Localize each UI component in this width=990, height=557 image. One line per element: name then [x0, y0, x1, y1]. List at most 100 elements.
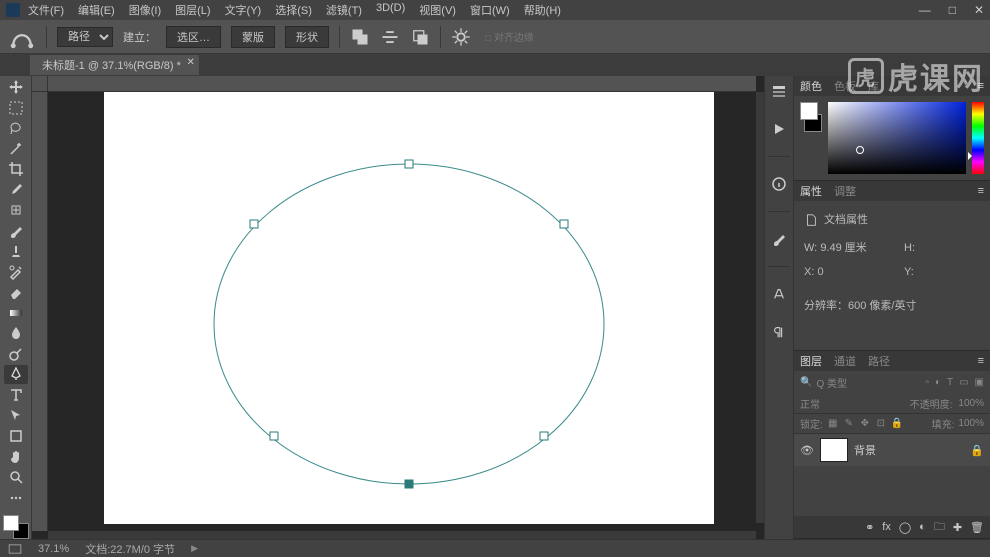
- layer-mask-icon[interactable]: ◯: [899, 521, 911, 534]
- link-layers-icon[interactable]: ⚭: [865, 521, 874, 534]
- spot-heal-tool[interactable]: [4, 201, 28, 220]
- panel-menu-icon[interactable]: ≡: [978, 185, 984, 197]
- path-select-tool[interactable]: [4, 406, 28, 425]
- menu-edit[interactable]: 编辑(E): [78, 2, 115, 18]
- tab-swatches[interactable]: 色板: [834, 78, 856, 94]
- tab-channels[interactable]: 通道: [834, 353, 856, 369]
- menu-3d[interactable]: 3D(D): [376, 2, 405, 18]
- scrollbar-horizontal[interactable]: [48, 531, 756, 539]
- new-adjustment-icon[interactable]: ◐: [919, 521, 926, 533]
- shape-tool[interactable]: [4, 427, 28, 446]
- panel-menu-icon[interactable]: ≡: [978, 355, 984, 367]
- tab-properties[interactable]: 属性: [800, 183, 822, 199]
- filter-pixel-icon[interactable]: ▫: [925, 377, 929, 388]
- character-panel-icon[interactable]: [768, 283, 790, 305]
- status-docinfo[interactable]: 文档:22.7M/0 字节: [85, 541, 175, 557]
- zoom-tool[interactable]: [4, 468, 28, 487]
- gradient-tool[interactable]: [4, 304, 28, 323]
- status-zoom[interactable]: 37.1%: [38, 543, 69, 555]
- color-picker-ring[interactable]: [856, 146, 864, 154]
- layer-thumbnail[interactable]: [820, 438, 848, 462]
- foreground-color-swatch[interactable]: [3, 515, 19, 531]
- color-field[interactable]: [828, 102, 966, 174]
- lock-transparency-icon[interactable]: ▦: [827, 418, 839, 430]
- window-close[interactable]: ✕: [974, 3, 984, 17]
- filter-type-icon[interactable]: T: [947, 377, 953, 388]
- path-mode-select[interactable]: 路径: [57, 27, 113, 47]
- path-align-icon[interactable]: [380, 27, 400, 47]
- menu-layer[interactable]: 图层(L): [175, 2, 210, 18]
- hue-slider-thumb[interactable]: [968, 152, 972, 160]
- actions-panel-icon[interactable]: [768, 118, 790, 140]
- marquee-tool[interactable]: [4, 99, 28, 118]
- brush-tool[interactable]: [4, 222, 28, 241]
- close-icon[interactable]: ✕: [187, 57, 195, 68]
- ruler-horizontal[interactable]: [48, 76, 756, 92]
- menu-window[interactable]: 窗口(W): [470, 2, 510, 18]
- menu-view[interactable]: 视图(V): [419, 2, 456, 18]
- menu-select[interactable]: 选择(S): [275, 2, 312, 18]
- document-tab[interactable]: 未标题-1 @ 37.1%(RGB/8) * ✕: [30, 55, 199, 75]
- menu-help[interactable]: 帮助(H): [524, 2, 561, 18]
- color-panel-swatches[interactable]: [800, 102, 822, 132]
- align-edges-checkbox[interactable]: □ 对齐边缘: [485, 29, 534, 44]
- brush-settings-panel-icon[interactable]: [768, 228, 790, 250]
- tab-libraries[interactable]: 库: [868, 78, 879, 94]
- eraser-tool[interactable]: [4, 283, 28, 302]
- blend-mode-select[interactable]: 正常: [800, 396, 820, 411]
- tab-color[interactable]: 颜色: [800, 78, 822, 94]
- filter-smart-icon[interactable]: ▣: [975, 377, 984, 388]
- new-group-icon[interactable]: 🗀: [934, 518, 945, 537]
- layer-style-icon[interactable]: fx: [882, 521, 891, 533]
- lock-all-icon[interactable]: 🔒: [891, 418, 903, 430]
- lasso-tool[interactable]: [4, 119, 28, 138]
- scrollbar-vertical[interactable]: [756, 92, 764, 523]
- path-op-combine-icon[interactable]: [350, 27, 370, 47]
- panel-menu-icon[interactable]: ≡: [978, 80, 984, 92]
- tab-adjustments[interactable]: 调整: [834, 183, 856, 199]
- window-minimize[interactable]: —: [919, 3, 931, 17]
- ruler-origin[interactable]: [32, 76, 48, 92]
- make-selection-button[interactable]: 选区…: [166, 26, 221, 48]
- current-tool-icon[interactable]: [8, 27, 36, 47]
- lock-artboard-icon[interactable]: ⊡: [875, 418, 887, 430]
- move-tool[interactable]: [4, 78, 28, 97]
- window-maximize[interactable]: □: [949, 3, 956, 17]
- lock-icon[interactable]: 🔒: [970, 444, 984, 457]
- status-arrow-icon[interactable]: ▶: [191, 543, 198, 554]
- clone-stamp-tool[interactable]: [4, 242, 28, 261]
- menu-file[interactable]: 文件(F): [28, 2, 64, 18]
- opacity-value[interactable]: 100%: [958, 398, 984, 409]
- hue-slider[interactable]: [972, 102, 984, 174]
- delete-layer-icon[interactable]: 🗑: [970, 521, 984, 534]
- hand-tool[interactable]: [4, 447, 28, 466]
- new-layer-icon[interactable]: ✚: [953, 521, 962, 534]
- history-panel-icon[interactable]: [768, 80, 790, 102]
- color-swatches[interactable]: [3, 515, 29, 539]
- filter-adjust-icon[interactable]: ◐: [935, 377, 941, 388]
- lock-position-icon[interactable]: ✥: [859, 418, 871, 430]
- fill-value[interactable]: 100%: [958, 418, 984, 429]
- paragraph-panel-icon[interactable]: [768, 321, 790, 343]
- blur-tool[interactable]: [4, 324, 28, 343]
- menu-filter[interactable]: 滤镜(T): [326, 2, 362, 18]
- lock-paint-icon[interactable]: ✎: [843, 418, 855, 430]
- gear-icon[interactable]: [451, 27, 471, 47]
- tab-paths[interactable]: 路径: [868, 353, 890, 369]
- layer-filter[interactable]: 🔍 Q 类型: [800, 375, 919, 390]
- menu-image[interactable]: 图像(I): [129, 2, 161, 18]
- eyedropper-tool[interactable]: [4, 181, 28, 200]
- type-tool[interactable]: [4, 386, 28, 405]
- make-mask-button[interactable]: 蒙版: [231, 26, 275, 48]
- document-canvas[interactable]: [104, 92, 714, 524]
- magic-wand-tool[interactable]: [4, 140, 28, 159]
- crop-tool[interactable]: [4, 160, 28, 179]
- layer-item-background[interactable]: 👁 背景 🔒: [794, 434, 990, 466]
- pen-tool[interactable]: [4, 365, 28, 384]
- layer-name[interactable]: 背景: [854, 442, 876, 458]
- visibility-icon[interactable]: 👁: [800, 444, 814, 457]
- history-brush-tool[interactable]: [4, 263, 28, 282]
- edit-toolbar-button[interactable]: [4, 488, 28, 507]
- filter-shape-icon[interactable]: ▭: [959, 377, 968, 388]
- ruler-vertical[interactable]: [32, 92, 48, 531]
